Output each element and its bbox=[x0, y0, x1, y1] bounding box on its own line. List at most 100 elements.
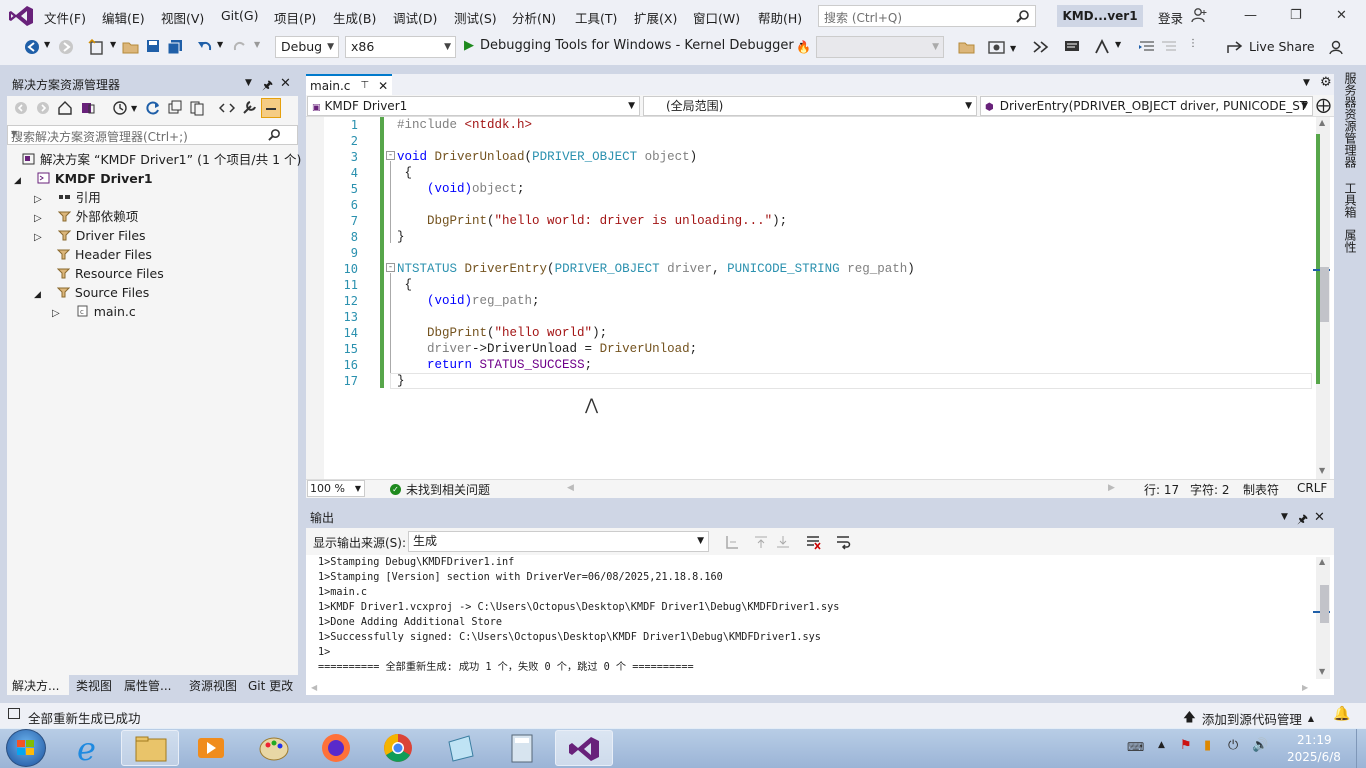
menu-window[interactable]: 窗口(W) bbox=[693, 8, 740, 27]
collapse-region-icon[interactable]: - bbox=[386, 263, 395, 272]
restore-button[interactable]: ❐ bbox=[1290, 8, 1302, 23]
tree-source-files-node[interactable]: ◢ Source Files bbox=[34, 283, 149, 302]
word-wrap-icon[interactable] bbox=[835, 534, 851, 550]
clock-date[interactable]: 2025/6/8 bbox=[1287, 750, 1341, 764]
menu-debug[interactable]: 调试(D) bbox=[393, 8, 437, 27]
output-status-icon[interactable] bbox=[8, 708, 20, 719]
tree-references-node[interactable]: ▷ 引用 bbox=[34, 188, 101, 207]
login-link[interactable]: 登录 bbox=[1158, 8, 1183, 27]
solution-name-badge[interactable]: KMD...ver1 bbox=[1057, 5, 1143, 27]
minimize-button[interactable]: — bbox=[1244, 8, 1257, 23]
taskbar-explorer[interactable] bbox=[121, 730, 179, 766]
dropdown-icon[interactable]: ▼ bbox=[1010, 44, 1016, 53]
output-source-dropdown[interactable]: 生成 ▼ bbox=[408, 531, 709, 552]
show-all-files-icon[interactable] bbox=[189, 100, 205, 116]
scroll-thumb[interactable] bbox=[1320, 585, 1329, 623]
menu-test[interactable]: 测试(S) bbox=[454, 8, 497, 27]
hot-reload-icon[interactable]: 🔥 bbox=[796, 40, 811, 54]
issues-indicator[interactable]: ✓ 未找到相关问题 bbox=[390, 481, 490, 498]
add-to-source-control-button[interactable]: 🡅 添加到源代码管理 ▲ bbox=[1183, 708, 1314, 729]
screenshot-icon[interactable] bbox=[988, 39, 1006, 55]
view-code-icon[interactable] bbox=[219, 100, 235, 116]
rail-toolbox[interactable]: 工具箱 bbox=[1342, 182, 1359, 218]
tree-resource-files-node[interactable]: Resource Files bbox=[57, 264, 164, 283]
line-position[interactable]: 行: 17 bbox=[1144, 481, 1179, 498]
feedback-icon[interactable] bbox=[1328, 39, 1346, 55]
collapse-region-icon[interactable]: - bbox=[386, 151, 395, 160]
new-project-icon[interactable] bbox=[88, 39, 106, 55]
refresh-icon[interactable] bbox=[145, 100, 161, 116]
live-share-button[interactable]: Live Share bbox=[1227, 39, 1315, 54]
tab-list-dropdown-icon[interactable]: ▼ bbox=[1303, 78, 1310, 88]
scroll-thumb[interactable] bbox=[1320, 267, 1329, 322]
menu-edit[interactable]: 编辑(E) bbox=[102, 8, 145, 27]
switch-views-icon[interactable] bbox=[80, 100, 96, 116]
menu-help[interactable]: 帮助(H) bbox=[758, 8, 802, 27]
pin-icon[interactable]: 🖈 bbox=[262, 76, 273, 97]
step-icon[interactable] bbox=[1032, 39, 1050, 55]
hscroll-right-icon[interactable]: ▶ bbox=[1302, 683, 1308, 692]
back-navigation-icon[interactable] bbox=[24, 39, 40, 55]
zoom-dropdown[interactable]: 100 % ▼ bbox=[307, 480, 365, 497]
member-dropdown[interactable]: ⬢ DriverEntry(PDRIVER_OBJECT driver, PUNI… bbox=[980, 96, 1313, 116]
clock-time[interactable]: 21:19 bbox=[1297, 733, 1332, 747]
clear-all-icon[interactable] bbox=[805, 534, 821, 550]
previous-message-icon[interactable] bbox=[753, 534, 769, 550]
char-position[interactable]: 字符: 2 bbox=[1190, 481, 1230, 498]
close-panel-icon[interactable]: ✕ bbox=[280, 76, 291, 91]
configuration-dropdown[interactable]: Debug ▼ bbox=[275, 36, 339, 58]
tree-driver-files-node[interactable]: ▷ Driver Files bbox=[34, 226, 146, 245]
tree-header-files-node[interactable]: Header Files bbox=[57, 245, 152, 264]
outdent-icon[interactable] bbox=[1160, 39, 1178, 55]
disabled-dropdown[interactable]: ▼ bbox=[816, 36, 944, 58]
collapse-all-icon[interactable] bbox=[167, 100, 183, 116]
pending-changes-icon[interactable] bbox=[112, 100, 128, 116]
hscroll-left-icon[interactable]: ◀ bbox=[311, 683, 317, 692]
dropdown-icon[interactable]: ▼ bbox=[1115, 40, 1121, 49]
preview-selected-items-button[interactable] bbox=[261, 98, 281, 118]
settings-gear-icon[interactable]: ⚙ bbox=[1320, 75, 1332, 90]
code-editor[interactable] bbox=[306, 74, 1334, 498]
tree-external-deps-node[interactable]: ▷ 外部依赖项 bbox=[34, 207, 138, 226]
redo-dropdown-icon[interactable]: ▼ bbox=[254, 40, 260, 49]
properties-wrench-icon[interactable] bbox=[241, 100, 257, 116]
menu-project[interactable]: 项目(P) bbox=[274, 8, 316, 27]
hscroll-left-icon[interactable]: ◀ bbox=[567, 483, 574, 493]
start-debugging-button[interactable]: ▶ Debugging Tools for Windows - Kernel D… bbox=[464, 38, 806, 53]
scroll-up-icon[interactable]: ▲ bbox=[1319, 557, 1325, 566]
taskbar-paint[interactable] bbox=[245, 730, 303, 766]
tab-mode[interactable]: 制表符 bbox=[1243, 481, 1279, 498]
show-hidden-icons-icon[interactable]: ▲ bbox=[1158, 740, 1165, 750]
account-icon[interactable] bbox=[1191, 7, 1207, 23]
output-vertical-scrollbar[interactable]: ▲ ▼ bbox=[1313, 557, 1330, 679]
power-icon[interactable]: ⏻ bbox=[1228, 738, 1238, 753]
comment-icon[interactable] bbox=[1063, 39, 1081, 55]
open-folder-icon[interactable] bbox=[122, 39, 140, 55]
tree-main-c-node[interactable]: ▷ c main.c bbox=[52, 302, 136, 321]
tab-git-changes[interactable]: Git 更改 bbox=[248, 677, 293, 694]
taskbar-notepad[interactable] bbox=[431, 730, 489, 766]
rail-properties[interactable]: 属性 bbox=[1342, 229, 1359, 253]
next-message-icon[interactable] bbox=[775, 534, 791, 550]
solution-search-box[interactable]: 搜索解决方案资源管理器(Ctrl+;) ▼ bbox=[7, 125, 298, 145]
tab-class-view[interactable]: 类视图 bbox=[76, 677, 112, 694]
taskbar-media-player[interactable] bbox=[182, 730, 240, 766]
taskbar-calculator[interactable] bbox=[493, 730, 551, 766]
network-icon[interactable]: ▮ bbox=[1204, 738, 1211, 753]
indent-icon[interactable] bbox=[1138, 39, 1156, 55]
close-tab-icon[interactable]: ✕ bbox=[378, 79, 388, 93]
menu-tools[interactable]: 工具(T) bbox=[575, 8, 617, 27]
action-center-icon[interactable]: ⚑ bbox=[1180, 738, 1192, 753]
tree-solution-node[interactable]: 解决方案 “KMDF Driver1” (1 个项目/共 1 个) bbox=[22, 150, 301, 169]
tree-project-node[interactable]: ◢ KMDF Driver1 bbox=[14, 169, 153, 188]
menu-analyze[interactable]: 分析(N) bbox=[512, 8, 556, 27]
menu-build[interactable]: 生成(B) bbox=[333, 8, 376, 27]
save-all-icon[interactable] bbox=[167, 39, 183, 54]
platform-dropdown[interactable]: x86 ▼ bbox=[345, 36, 456, 58]
menu-extensions[interactable]: 扩展(X) bbox=[634, 8, 677, 27]
menu-git[interactable]: Git(G) bbox=[221, 8, 259, 23]
hscroll-right-icon[interactable]: ▶ bbox=[1108, 483, 1115, 493]
redo-icon[interactable] bbox=[232, 39, 248, 55]
home-icon[interactable] bbox=[57, 100, 73, 116]
scope-dropdown[interactable]: (全局范围) ▼ bbox=[643, 96, 977, 116]
